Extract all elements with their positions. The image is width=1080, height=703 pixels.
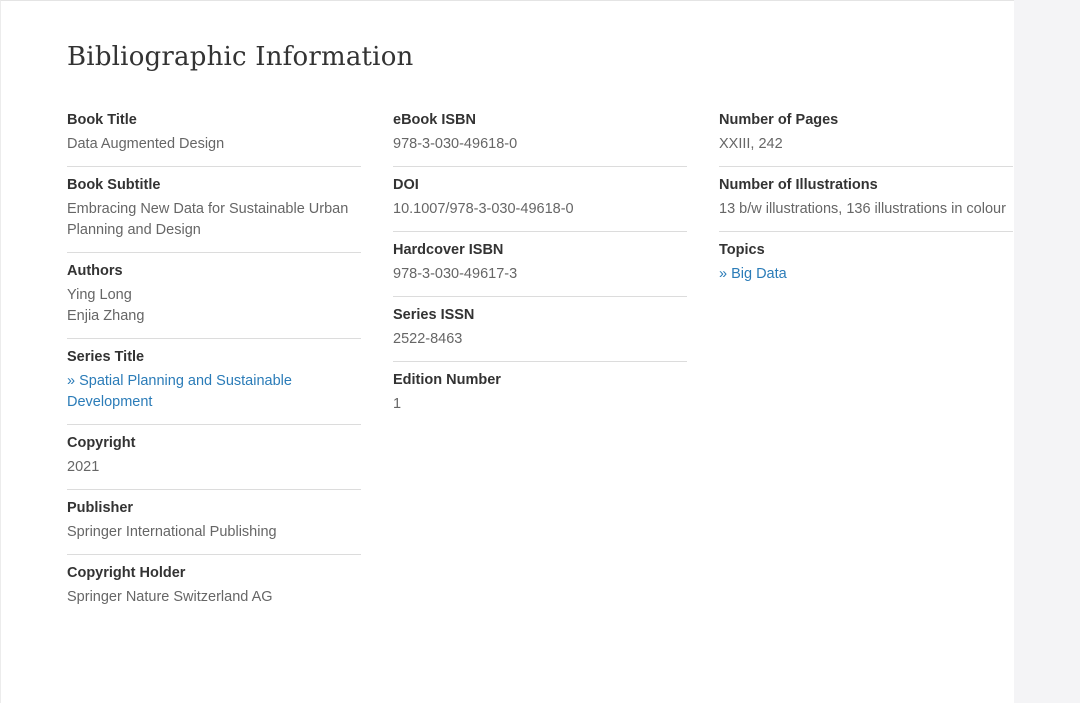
hardcover-isbn-value: 978-3-030-49617-3 (393, 266, 518, 282)
number-of-illustrations-value: 13 b/w illustrations, 136 illustrations … (719, 201, 1006, 217)
author-name: Enjia Zhang (67, 308, 145, 324)
ebook-isbn-label: eBook ISBN (393, 112, 476, 128)
edition-number-label: Edition Number (393, 372, 501, 388)
series-title-label: Series Title (67, 349, 145, 365)
doi-item: DOI 10.1007/978-3-030-49618-0 (393, 167, 687, 232)
copyright-label: Copyright (67, 435, 136, 451)
right-column: Number of Pages XXIII, 242 Number of Ill… (719, 102, 1013, 296)
series-issn-item: Series ISSN 2522-8463 (393, 297, 687, 362)
copyright-value: 2021 (67, 459, 100, 475)
middle-column: eBook ISBN 978-3-030-49618-0 DOI 10.1007… (393, 102, 687, 426)
book-subtitle-label: Book Subtitle (67, 177, 161, 193)
hardcover-isbn-label: Hardcover ISBN (393, 242, 504, 258)
doi-value: 10.1007/978-3-030-49618-0 (393, 201, 574, 217)
series-title-link[interactable]: » Spatial Planning and Sustainable Devel… (67, 373, 292, 410)
page-title: Bibliographic Information (67, 42, 414, 72)
authors-label: Authors (67, 263, 123, 279)
ebook-isbn-item: eBook ISBN 978-3-030-49618-0 (393, 102, 687, 167)
author-name: Ying Long (67, 287, 132, 303)
authors-item: Authors Ying Long Enjia Zhang (67, 253, 361, 339)
number-of-pages-value: XXIII, 242 (719, 136, 783, 152)
book-title-item: Book Title Data Augmented Design (67, 102, 361, 167)
book-subtitle-item: Book Subtitle Embracing New Data for Sus… (67, 167, 361, 253)
book-title-label: Book Title (67, 112, 137, 128)
publisher-value: Springer International Publishing (67, 524, 277, 540)
topics-item: Topics » Big Data (719, 232, 1013, 296)
book-subtitle-value: Embracing New Data for Sustainable Urban… (67, 201, 349, 238)
copyright-item: Copyright 2021 (67, 425, 361, 490)
book-title-value: Data Augmented Design (67, 136, 225, 152)
number-of-pages-item: Number of Pages XXIII, 242 (719, 102, 1013, 167)
series-issn-value: 2522-8463 (393, 331, 463, 347)
number-of-illustrations-label: Number of Illustrations (719, 177, 878, 193)
doi-label: DOI (393, 177, 419, 193)
hardcover-isbn-item: Hardcover ISBN 978-3-030-49617-3 (393, 232, 687, 297)
series-title-item: Series Title » Spatial Planning and Sust… (67, 339, 361, 425)
number-of-pages-label: Number of Pages (719, 112, 839, 128)
topic-link-big-data[interactable]: » Big Data (719, 266, 787, 282)
edition-number-value: 1 (393, 396, 402, 412)
number-of-illustrations-item: Number of Illustrations 13 b/w illustrat… (719, 167, 1013, 232)
copyright-holder-label: Copyright Holder (67, 565, 186, 581)
series-issn-label: Series ISSN (393, 307, 475, 323)
bibliographic-information-panel: Bibliographic Information Book Title Dat… (0, 0, 1014, 703)
ebook-isbn-value: 978-3-030-49618-0 (393, 136, 518, 152)
publisher-label: Publisher (67, 500, 134, 516)
topics-label: Topics (719, 242, 765, 258)
copyright-holder-value: Springer Nature Switzerland AG (67, 589, 273, 605)
publisher-item: Publisher Springer International Publish… (67, 490, 361, 555)
edition-number-item: Edition Number 1 (393, 362, 687, 426)
left-column: Book Title Data Augmented Design Book Su… (67, 102, 361, 619)
copyright-holder-item: Copyright Holder Springer Nature Switzer… (67, 555, 361, 619)
